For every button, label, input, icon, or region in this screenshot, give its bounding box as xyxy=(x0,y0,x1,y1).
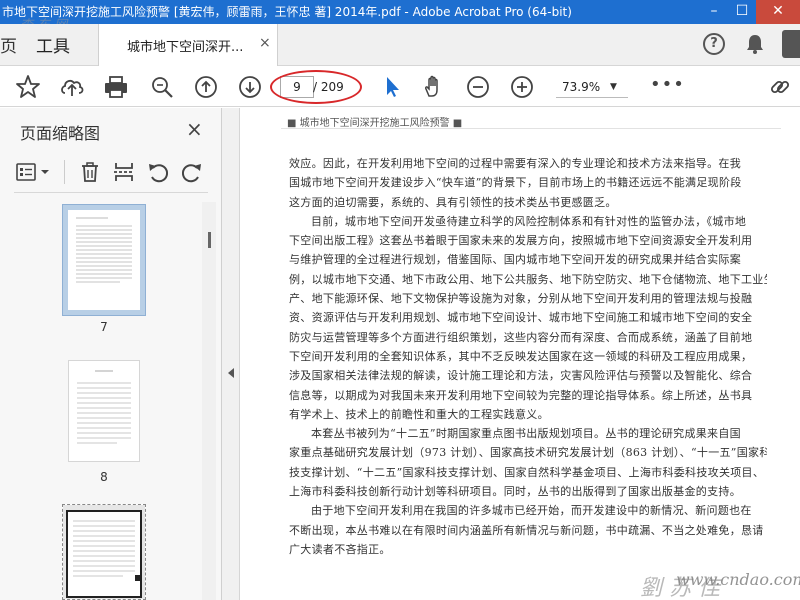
chevron-down-icon: ▼ xyxy=(610,82,617,92)
document-line: 信息等，以期成为对我国未来开发利用地下空间较为完整的理论指导体系。综上所述，丛书… xyxy=(289,388,753,402)
scrollbar-thumb[interactable] xyxy=(208,232,211,248)
document-tab-label: 城市地下空间深开... xyxy=(127,40,244,55)
document-line: 由于地下空间开发利用在我国的许多城市已经开始，而开发建设中的新情况、新问题也在 xyxy=(311,504,752,518)
panel-divider xyxy=(14,192,208,193)
previous-page-icon[interactable] xyxy=(192,73,220,101)
toolbar-separator xyxy=(64,160,65,184)
document-line: 国城市地下空间开发建设步入“快车道”的背景下，目前市场上的书籍还远远不能满足现阶… xyxy=(289,176,742,190)
page-thumbnail-7[interactable] xyxy=(68,210,140,310)
document-line: 下空间出版工程》这套丛书着眼于国家未来的发展方向，按照城市地下空间资源安全开发利… xyxy=(289,234,753,248)
tab-document[interactable]: 城市地下空间深开... × xyxy=(98,24,278,66)
maximize-button[interactable]: ☐ xyxy=(728,0,756,24)
tab-home[interactable]: 页 xyxy=(0,32,17,57)
document-line: 目前，城市地下空间开发亟待建立科学的风险控制体系和有针对性的监管办法，《城市地 xyxy=(311,214,747,228)
thumbnail-label: 7 xyxy=(100,320,108,334)
thumbnail-scrollbar[interactable] xyxy=(202,202,216,600)
close-panel-icon[interactable]: × xyxy=(186,117,203,141)
title-bar: 市地下空间深开挖施工风险预警 [黄宏伟，顾雷雨，王怀忠 著] 2014年.pdf… xyxy=(0,0,800,24)
document-line: 本套丛书被列为“十二五”时期国家重点图书出版规划项目。丛书的理论研究成果来自国 xyxy=(311,427,741,441)
rotate-left-icon[interactable] xyxy=(146,160,170,184)
thumbnail-8-preview xyxy=(69,361,139,461)
rotate-right-icon[interactable] xyxy=(180,160,204,184)
document-line: 与维护管理的全过程进行规划，借鉴国际、国内城市地下空间开发的研究成果并结合实际案 xyxy=(289,253,741,267)
running-header: ■ 城市地下空间深开挖施工风险预警 ■ xyxy=(287,118,463,129)
window-title: 市地下空间深开挖施工风险预警 [黄宏伟，顾雷雨，王怀忠 著] 2014年.pdf… xyxy=(2,5,572,19)
document-line: 例，以城市地下交通、地下市政公用、地下公共服务、地下防空防灾、地下仓储物流、地下… xyxy=(289,272,767,286)
document-line: 家重点基础研究发展计划（973 计划）、国家高技术研究发展计划（863 计划）、… xyxy=(289,446,767,460)
help-icon[interactable]: ? xyxy=(703,33,725,55)
document-line: 涉及国家相关法律法规的解读，设计施工理论和方法，灾害风险评估与预警以及智能化、综… xyxy=(289,369,753,383)
document-line: 这方面的迫切需要，系统的、具有引领性的技术类丛书更感匮乏。 xyxy=(289,195,617,209)
thumbnail-9-preview xyxy=(63,505,145,599)
tab-bar: 页 工具 城市地下空间深开... × ? xyxy=(0,24,800,66)
page-thumbnail-8[interactable] xyxy=(68,360,140,462)
zoom-search-icon[interactable] xyxy=(148,73,176,101)
document-line: 产、地下能源环保、地下文物保护等设施为对象，分别从地下空间开发利用的管理法规与投… xyxy=(289,292,753,306)
document-line: 防灾与运营管理等多个方面进行组织策划，这些内容分而有深度、合而成系统，涵盖了目前… xyxy=(289,330,753,344)
hand-tool-icon[interactable] xyxy=(420,73,448,101)
panel-splitter[interactable] xyxy=(222,108,240,600)
share-link-icon[interactable] xyxy=(766,73,794,101)
zoom-out-icon[interactable] xyxy=(464,73,492,101)
document-line: 技支撑计划、“十二五”国家科技支撑计划、国家自然科学基金项目、上海市科委科技攻关… xyxy=(289,465,765,479)
document-line: 上海市科委科技创新行动计划等科研项目。同时，丛书的出版得到了国家出版基金的支持。 xyxy=(289,485,741,499)
minimize-button[interactable]: – xyxy=(700,0,728,24)
document-body: 效应。因此，在开发利用地下空间的过程中需要有深入的专业理论和技术方法来指导。在我… xyxy=(289,154,767,559)
select-cursor-icon[interactable] xyxy=(378,73,406,101)
page-thumbnail-9[interactable] xyxy=(62,504,146,600)
tab-tools[interactable]: 工具 xyxy=(36,32,70,57)
upload-cloud-icon[interactable] xyxy=(58,73,86,101)
thumbnail-toolbar xyxy=(14,158,214,188)
print-icon[interactable] xyxy=(102,73,130,101)
document-line: 广大读者不吝指正。 xyxy=(289,542,391,556)
thumbnail-options-icon[interactable] xyxy=(14,160,54,184)
zoom-level-select[interactable]: 73.9% ▼ xyxy=(556,76,628,98)
header-rule xyxy=(281,128,781,129)
document-line: 效应。因此，在开发利用地下空间的过程中需要有深入的专业理论和技术方法来指导。在我 xyxy=(289,157,741,170)
thumbnail-label: 8 xyxy=(100,470,108,484)
trash-icon[interactable] xyxy=(78,160,102,184)
thumbnail-7-preview xyxy=(68,210,140,310)
watermark-bottom: www.cndao.com xyxy=(676,570,800,589)
extract-pages-icon[interactable] xyxy=(112,160,136,184)
page-thumbnails-panel: 页面缩略图 × 7 8 xyxy=(0,108,222,600)
account-icon[interactable] xyxy=(782,30,800,58)
collapse-arrow-icon[interactable] xyxy=(228,368,234,378)
bell-icon[interactable] xyxy=(744,33,766,55)
red-highlight-ellipse xyxy=(270,70,362,104)
close-window-button[interactable]: ✕ xyxy=(756,0,800,24)
document-line: 有学术上、技术上的前瞻性和重大的工程实践意义。 xyxy=(289,407,549,421)
bookmark-star-icon[interactable] xyxy=(14,73,42,101)
close-tab-icon[interactable]: × xyxy=(259,35,271,51)
toolbar: 9 / 209 73.9% ▼ ••• xyxy=(0,67,800,107)
more-tools-icon[interactable]: ••• xyxy=(650,76,685,94)
next-page-icon[interactable] xyxy=(236,73,264,101)
document-line: 下空间开发利用的全套知识体系，其中不乏反映发达国家在这一领域的科研及工程应用成果… xyxy=(289,349,753,363)
document-view[interactable]: ■ 城市地下空间深开挖施工风险预警 ■ 效应。因此，在开发利用地下空间的过程中需… xyxy=(241,108,800,600)
zoom-in-icon[interactable] xyxy=(508,73,536,101)
document-line: 资、资源评估与开发利用规划、城市地下空间设计、城市地下空间施工和城市地下空间的安… xyxy=(289,311,753,325)
window-controls: – ☐ ✕ xyxy=(700,0,800,24)
panel-title: 页面缩略图 xyxy=(20,124,101,143)
document-line: 不断出现，本丛书难以在有限时间内涵盖所有新情况与新问题，书中疏漏、不当之处难免，… xyxy=(289,523,764,537)
zoom-level-value: 73.9% xyxy=(562,80,601,94)
